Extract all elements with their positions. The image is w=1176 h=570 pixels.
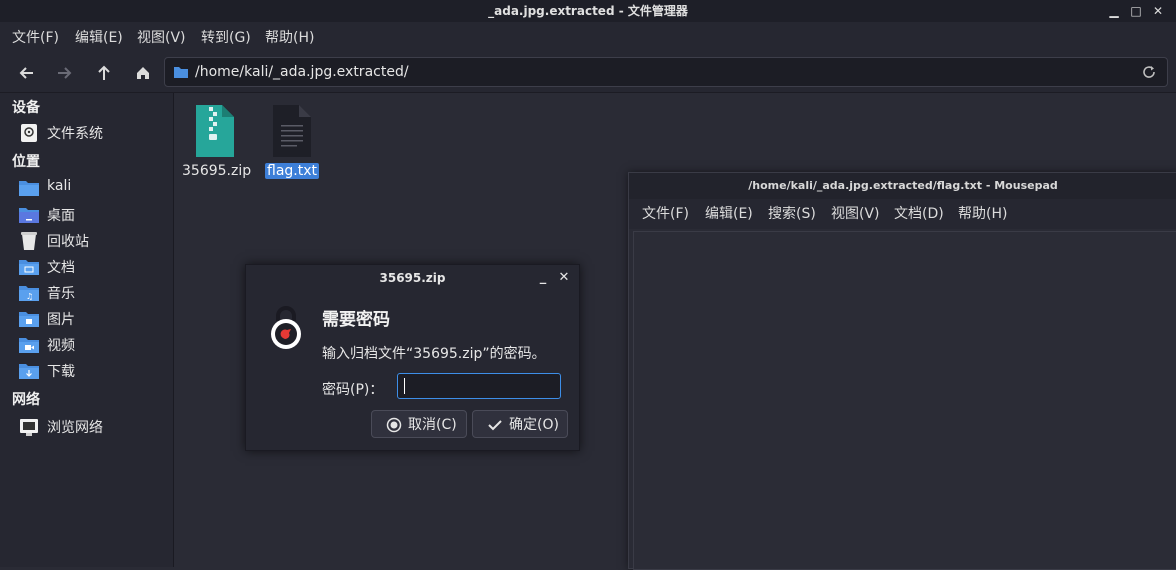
sidebar-item-label: 文档 <box>47 260 75 276</box>
sidebar-item-pictures[interactable]: 图片 <box>18 307 168 331</box>
cancel-label: 取消(C) <box>408 417 457 433</box>
sidebar-item-downloads[interactable]: 下载 <box>18 359 168 383</box>
sidebar-item-videos[interactable]: 视频 <box>18 333 168 357</box>
sidebar-item-label: 视频 <box>47 338 75 354</box>
drive-icon <box>21 124 37 142</box>
ok-button[interactable]: 确定(O) <box>472 410 568 438</box>
dialog-close-button[interactable]: ✕ <box>556 269 572 287</box>
sidebar: 设备 文件系统 位置 kali 桌面 回收站 文档 ♫ 音乐 图片 视频 下载 … <box>0 93 174 567</box>
sidebar-item-label: 文件系统 <box>47 126 103 142</box>
sidebar-item-label: kali <box>47 178 72 194</box>
sidebar-item-music[interactable]: ♫ 音乐 <box>18 281 168 305</box>
documents-folder-icon <box>19 260 39 275</box>
password-dialog: 35695.zip _ ✕ 需要密码 输入归档文件“35695.zip”的密码。… <box>245 264 580 451</box>
text-caret <box>404 378 405 394</box>
mp-menu-file[interactable]: 文件(F) <box>642 199 689 229</box>
up-button[interactable] <box>90 60 118 86</box>
cancel-button[interactable]: 取消(C) <box>371 410 467 438</box>
forward-button[interactable] <box>51 60 79 86</box>
mousepad-menubar: 文件(F) 编辑(E) 搜索(S) 视图(V) 文档(D) 帮助(H) <box>629 199 1176 229</box>
sidebar-item-browse-network[interactable]: 浏览网络 <box>18 415 168 439</box>
arrow-up-icon <box>98 65 110 80</box>
sidebar-item-label: 桌面 <box>47 208 75 224</box>
sidebar-item-label: 图片 <box>47 312 75 328</box>
sidebar-heading-network: 网络 <box>12 392 40 408</box>
sidebar-item-label: 回收站 <box>47 234 89 250</box>
arrow-left-icon <box>19 67 33 79</box>
close-button[interactable]: ✕ <box>1149 2 1167 20</box>
menu-view[interactable]: 视图(V) <box>137 22 186 54</box>
sidebar-item-filesystem[interactable]: 文件系统 <box>18 121 168 145</box>
mp-menu-view[interactable]: 视图(V) <box>831 199 880 229</box>
mp-menu-help[interactable]: 帮助(H) <box>958 199 1007 229</box>
password-label: 密码(P)： <box>322 382 384 398</box>
dialog-message: 输入归档文件“35695.zip”的密码。 <box>322 346 546 362</box>
file-name: 35695.zip <box>182 163 252 179</box>
mousepad-editor[interactable] <box>633 231 1176 570</box>
dialog-title: 35695.zip <box>379 271 446 285</box>
password-input[interactable] <box>397 373 561 399</box>
menu-file[interactable]: 文件(F) <box>12 22 59 54</box>
reload-icon[interactable] <box>1141 64 1157 80</box>
videos-folder-icon <box>19 338 39 353</box>
file-item-zip[interactable]: 35695.zip <box>180 103 252 179</box>
desktop-folder-icon <box>19 208 39 223</box>
file-name-selected: flag.txt <box>265 163 319 179</box>
cancel-icon <box>386 417 402 433</box>
network-icon <box>20 419 38 436</box>
location-bar[interactable]: /home/kali/_ada.jpg.extracted/ <box>164 57 1168 87</box>
svg-text:♫: ♫ <box>26 292 33 301</box>
menu-edit[interactable]: 编辑(E) <box>75 22 123 54</box>
sidebar-item-label: 音乐 <box>47 286 75 302</box>
checkmark-icon <box>488 420 502 431</box>
location-path: /home/kali/_ada.jpg.extracted/ <box>195 64 409 80</box>
menubar: 文件(F) 编辑(E) 视图(V) 转到(G) 帮助(H) <box>0 22 1176 54</box>
back-button[interactable] <box>12 60 40 86</box>
menu-go[interactable]: 转到(G) <box>201 22 251 54</box>
sidebar-item-desktop[interactable]: 桌面 <box>18 203 168 227</box>
pictures-folder-icon <box>19 312 39 327</box>
mp-menu-search[interactable]: 搜索(S) <box>768 199 816 229</box>
sidebar-heading-places: 位置 <box>12 154 40 170</box>
downloads-folder-icon <box>19 364 39 379</box>
mp-menu-edit[interactable]: 编辑(E) <box>705 199 753 229</box>
menu-help[interactable]: 帮助(H) <box>265 22 314 54</box>
sidebar-heading-devices: 设备 <box>12 100 40 116</box>
home-button[interactable] <box>129 60 157 86</box>
file-item-flag[interactable]: flag.txt <box>262 103 322 179</box>
sidebar-item-documents[interactable]: 文档 <box>18 255 168 279</box>
arrow-right-icon <box>58 67 72 79</box>
mp-menu-document[interactable]: 文档(D) <box>894 199 944 229</box>
sidebar-item-kali[interactable]: kali <box>18 176 168 200</box>
home-icon <box>137 67 149 79</box>
maximize-button[interactable]: □ <box>1127 2 1145 20</box>
folder-icon <box>174 67 188 78</box>
dialog-minimize-button[interactable]: _ <box>535 269 551 287</box>
sidebar-item-trash[interactable]: 回收站 <box>18 229 168 253</box>
mousepad-title: /home/kali/_ada.jpg.extracted/flag.txt -… <box>629 173 1176 199</box>
home-folder-icon <box>19 181 39 196</box>
zip-archive-icon <box>196 105 234 157</box>
window-title: _ada.jpg.extracted - 文件管理器 <box>488 4 688 18</box>
dialog-heading: 需要密码 <box>322 310 390 330</box>
minimize-button[interactable]: ▁ <box>1105 2 1123 20</box>
music-folder-icon: ♫ <box>19 286 39 301</box>
lock-icon <box>271 306 301 349</box>
text-file-icon <box>273 105 311 157</box>
ok-label: 确定(O) <box>509 417 559 433</box>
sidebar-item-label: 下载 <box>47 364 75 380</box>
mousepad-window[interactable]: /home/kali/_ada.jpg.extracted/flag.txt -… <box>628 172 1176 570</box>
sidebar-item-label: 浏览网络 <box>47 420 103 436</box>
trash-icon <box>21 232 37 250</box>
